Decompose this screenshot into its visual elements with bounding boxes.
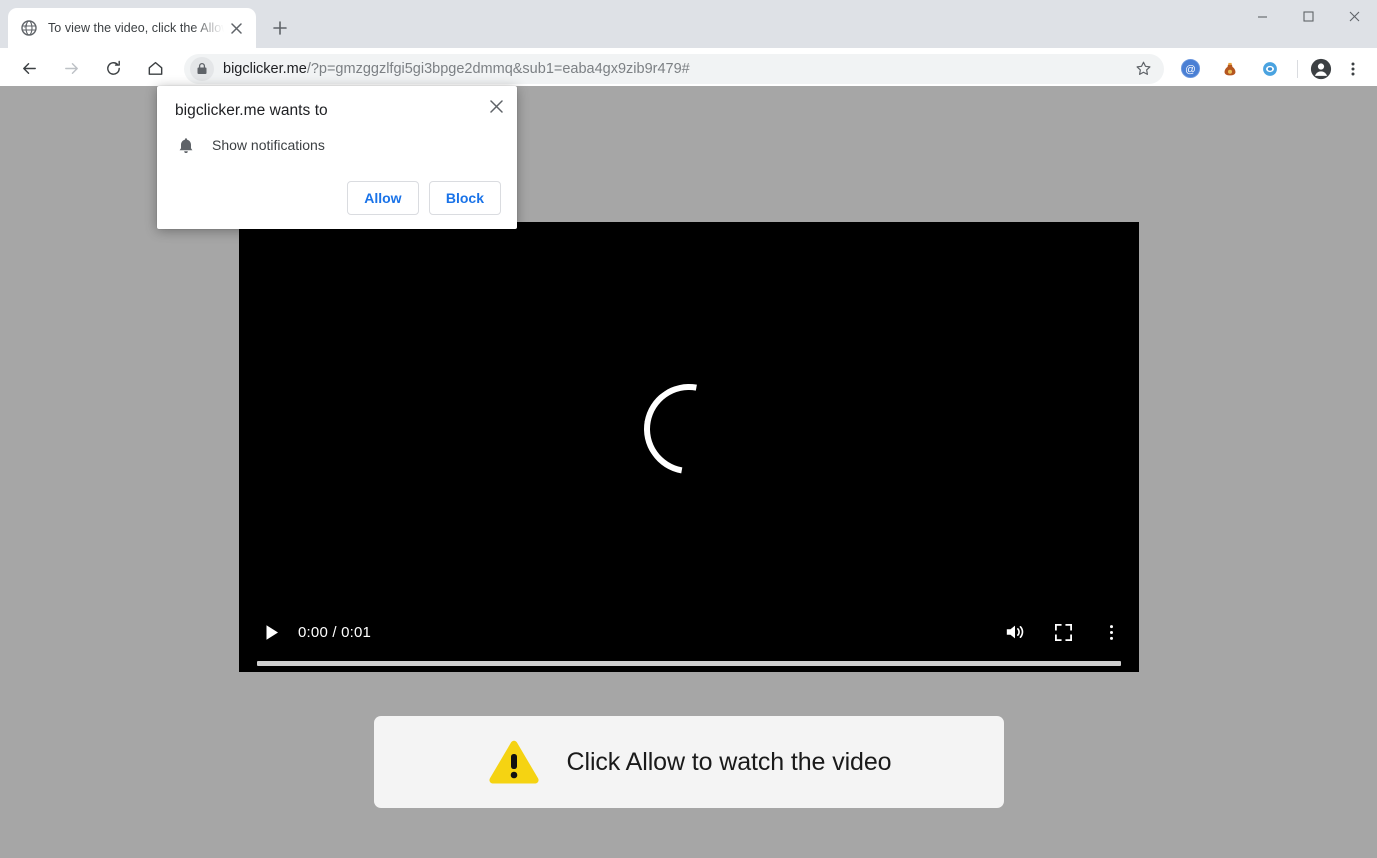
fullscreen-icon[interactable] — [1045, 617, 1081, 647]
play-button[interactable] — [257, 617, 287, 647]
bookmark-star-icon[interactable] — [1128, 54, 1158, 84]
volume-icon[interactable] — [997, 617, 1033, 647]
back-button[interactable] — [12, 52, 46, 86]
permission-dialog-title: bigclicker.me wants to — [175, 102, 328, 119]
permission-request-row: Show notifications — [175, 134, 325, 156]
lock-icon[interactable] — [190, 56, 214, 81]
close-icon[interactable] — [226, 18, 246, 38]
toolbar-divider — [1297, 59, 1298, 78]
browser-toolbar: bigclicker.me/?p=gmzggzlfgi5gi3bpge2dmmq… — [0, 48, 1377, 89]
video-controls-row: 0:00 / 0:01 — [239, 610, 1139, 654]
permission-dialog-actions: Allow Block — [337, 181, 501, 215]
extension-orange-bag-icon[interactable] — [1215, 54, 1245, 84]
allow-button[interactable]: Allow — [346, 181, 419, 215]
video-timecode: 0:00 / 0:01 — [298, 623, 372, 641]
maximize-button[interactable] — [1285, 0, 1331, 32]
video-progress-container[interactable] — [239, 654, 1139, 672]
extension-blue-circle-icon[interactable]: @ — [1175, 54, 1205, 84]
address-bar[interactable]: bigclicker.me/?p=gmzggzlfgi5gi3bpge2dmmq… — [184, 53, 1164, 84]
minimize-button[interactable] — [1239, 0, 1285, 32]
browser-window: To view the video, click the Allow bigcl… — [0, 0, 1377, 858]
video-player[interactable]: 0:00 / 0:01 — [239, 222, 1139, 672]
home-button[interactable] — [138, 52, 172, 86]
profile-avatar[interactable] — [1305, 53, 1337, 85]
notification-permission-dialog: bigclicker.me wants to Show notification… — [157, 86, 517, 229]
loading-spinner-icon — [626, 366, 752, 492]
browser-tab[interactable]: To view the video, click the Allow — [8, 8, 256, 48]
svg-text:@: @ — [1185, 63, 1196, 75]
warning-triangle-icon — [487, 737, 541, 787]
extension-blue-ring-icon[interactable] — [1255, 54, 1285, 84]
reload-button[interactable] — [96, 52, 130, 86]
more-options-icon[interactable] — [1093, 617, 1129, 647]
url-host: bigclicker.me — [223, 60, 307, 77]
permission-label: Show notifications — [212, 137, 325, 153]
new-tab-button[interactable] — [266, 14, 294, 42]
tab-strip: To view the video, click the Allow — [0, 0, 294, 48]
window-controls — [1239, 0, 1377, 32]
video-progress-bar[interactable] — [257, 660, 1121, 666]
cta-banner[interactable]: Click Allow to watch the video — [374, 716, 1004, 808]
chrome-menu-icon[interactable] — [1337, 53, 1369, 85]
url-text: bigclicker.me/?p=gmzggzlfgi5gi3bpge2dmmq… — [223, 61, 1128, 77]
close-window-button[interactable] — [1331, 0, 1377, 32]
video-controls: 0:00 / 0:01 — [239, 596, 1139, 672]
url-path: /?p=gmzggzlfgi5gi3bpge2dmmq&sub1=eaba4gx… — [306, 60, 690, 77]
bell-icon — [175, 134, 197, 156]
forward-button[interactable] — [54, 52, 88, 86]
title-bar: To view the video, click the Allow — [0, 0, 1377, 48]
cta-text: Click Allow to watch the video — [566, 747, 892, 776]
tab-title: To view the video, click the Allow — [48, 21, 224, 35]
globe-icon — [20, 19, 38, 37]
block-button[interactable]: Block — [428, 181, 501, 215]
close-icon[interactable] — [483, 93, 509, 119]
